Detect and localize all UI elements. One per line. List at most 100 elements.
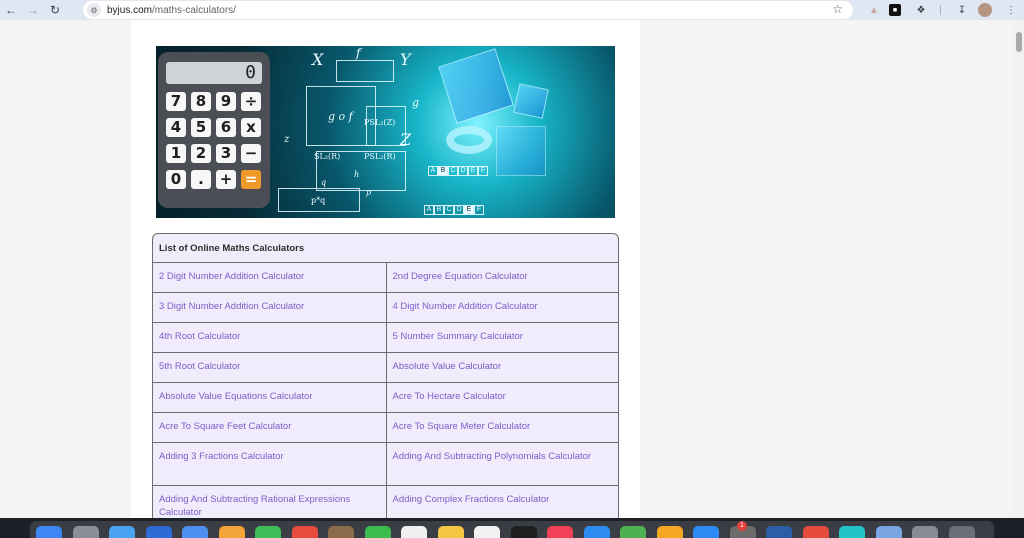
calculator-key: 3 bbox=[216, 144, 236, 163]
letter-cell: B bbox=[434, 205, 444, 215]
reload-icon[interactable]: ↻ bbox=[44, 0, 66, 20]
forward-icon[interactable]: → bbox=[22, 0, 44, 20]
calculator-key: 7 bbox=[166, 92, 186, 111]
letter-cell: D bbox=[454, 205, 464, 215]
dock-app-icon[interactable] bbox=[255, 526, 281, 538]
page-scrollbar[interactable] bbox=[1014, 20, 1024, 518]
dock-app-icon[interactable] bbox=[912, 526, 938, 538]
cube-shape bbox=[496, 126, 546, 176]
page-viewport: 0 7 8 9 ÷ 4 5 6 x 1 2 3− 0. + = X f Y g o f PSL₂(Z) S… bbox=[0, 20, 1014, 518]
formula-label: SL₂(R) bbox=[314, 152, 341, 161]
calculator-key: = bbox=[241, 170, 261, 189]
letter-strip-bottom: A B C D E F bbox=[424, 205, 484, 215]
calculator-link[interactable]: 2nd Degree Equation Calculator bbox=[385, 263, 619, 292]
calculator-link[interactable]: Adding And Subtracting Polynomials Calcu… bbox=[385, 443, 619, 485]
letter-cell: C bbox=[444, 205, 454, 215]
calculator-link[interactable]: Acre To Hectare Calculator bbox=[385, 383, 619, 412]
calculator-link[interactable]: 4 Digit Number Addition Calculator bbox=[385, 293, 619, 322]
dock-app-icon[interactable] bbox=[182, 526, 208, 538]
dock-app-icon[interactable] bbox=[766, 526, 792, 538]
calculator-key: . bbox=[191, 170, 211, 189]
letter-cell: A bbox=[428, 166, 438, 176]
dock-app-icon[interactable] bbox=[583, 526, 610, 538]
dock-app-icon[interactable] bbox=[620, 526, 646, 538]
letter-cell: C bbox=[448, 166, 458, 176]
calculator-key: x bbox=[241, 118, 261, 137]
extension-icon[interactable]: ▲ bbox=[866, 2, 882, 18]
table-row: 3 Digit Number Addition Calculator 4 Digi… bbox=[153, 293, 618, 323]
dock-app-icon[interactable] bbox=[437, 526, 464, 538]
url-path: /maths-calculators/ bbox=[152, 4, 236, 16]
calculator-link[interactable]: Adding 3 Fractions Calculator bbox=[153, 443, 386, 485]
calculator-key: 9 bbox=[216, 92, 236, 111]
calculator-key: ÷ bbox=[241, 92, 261, 111]
cube-shape bbox=[438, 48, 514, 124]
table-row: 4th Root Calculator 5 Number Summary Calc… bbox=[153, 323, 618, 353]
dock-app-icon[interactable] bbox=[875, 526, 902, 538]
dock-app-icon[interactable] bbox=[218, 526, 245, 538]
dock-app-icon[interactable] bbox=[36, 526, 62, 538]
bookmark-star-icon[interactable]: ☆ bbox=[832, 2, 843, 16]
letter-cell: E bbox=[464, 205, 474, 215]
calculator-link[interactable]: Acre To Square Meter Calculator bbox=[385, 413, 619, 442]
formula-label: p bbox=[366, 188, 372, 197]
calculator-link[interactable]: 5 Number Summary Calculator bbox=[385, 323, 619, 352]
dock-app-icon[interactable] bbox=[328, 526, 354, 538]
site-info-icon[interactable]: ⚙ bbox=[87, 3, 101, 17]
back-icon[interactable]: ← bbox=[0, 0, 22, 20]
calculator-link[interactable]: 5th Root Calculator bbox=[153, 353, 386, 382]
calculator-key: 1 bbox=[166, 144, 186, 163]
cube-shape bbox=[513, 83, 549, 119]
dock-app-icon[interactable] bbox=[364, 526, 391, 538]
dock-app-icon[interactable] bbox=[693, 526, 719, 538]
calculator-key: 6 bbox=[216, 118, 236, 137]
formula-label: g o f bbox=[328, 110, 353, 123]
banner-image: 0 7 8 9 ÷ 4 5 6 x 1 2 3− 0. + = X f Y g o f PSL₂(Z) S… bbox=[156, 46, 615, 218]
calculator-link[interactable]: Absolute Value Calculator bbox=[385, 353, 619, 382]
dock-app-icon[interactable] bbox=[145, 526, 172, 538]
dock-app-icon[interactable] bbox=[802, 526, 829, 538]
table-row: Adding And Subtracting Rational Expressi… bbox=[153, 486, 618, 518]
dock-app-icon[interactable] bbox=[291, 526, 318, 538]
dock-app-icon[interactable] bbox=[72, 526, 99, 538]
dock-app-icon[interactable] bbox=[948, 526, 975, 538]
torus-shape bbox=[446, 126, 492, 154]
formula-label: p*q bbox=[311, 196, 326, 205]
dock-app-icon[interactable] bbox=[839, 526, 865, 538]
calculators-table: List of Online Maths Calculators 2 Digit… bbox=[152, 233, 619, 518]
table-row: Adding 3 Fractions Calculator Adding And … bbox=[153, 443, 618, 486]
dock-app-icon[interactable] bbox=[510, 526, 537, 538]
formula-label: z bbox=[284, 134, 290, 145]
dock-app-icon[interactable] bbox=[109, 526, 135, 538]
table-row: Acre To Square Feet Calculator Acre To Sq… bbox=[153, 413, 618, 443]
letter-cell: F bbox=[478, 166, 488, 176]
calculator-link[interactable]: 2 Digit Number Addition Calculator bbox=[153, 263, 386, 292]
calculator-graphic: 0 7 8 9 ÷ 4 5 6 x 1 2 3− 0. + = bbox=[158, 52, 270, 208]
calculator-link[interactable]: Adding Complex Fractions Calculator bbox=[385, 486, 619, 518]
calculator-key: 4 bbox=[166, 118, 186, 137]
calculator-link[interactable]: Adding And Subtracting Rational Expressi… bbox=[153, 486, 386, 518]
formula-label: PSL₂(Z) bbox=[364, 118, 396, 127]
formula-label: Z bbox=[400, 130, 412, 149]
menu-icon[interactable]: ⋮ bbox=[1003, 2, 1019, 18]
calculator-link[interactable]: 4th Root Calculator bbox=[153, 323, 386, 352]
dock-app-icon[interactable] bbox=[656, 526, 683, 538]
dock-app-icon[interactable] bbox=[401, 526, 427, 538]
address-bar[interactable]: ⚙ byjus.com/maths-calculators/ ☆ bbox=[83, 1, 853, 19]
calculator-link[interactable]: 3 Digit Number Addition Calculator bbox=[153, 293, 386, 322]
calculator-key: 5 bbox=[191, 118, 211, 137]
profile-avatar[interactable] bbox=[978, 3, 992, 17]
calculator-link[interactable]: Acre To Square Feet Calculator bbox=[153, 413, 386, 442]
extension-icon[interactable]: ■ bbox=[889, 4, 901, 16]
scroll-thumb[interactable] bbox=[1016, 32, 1022, 52]
calculator-key: + bbox=[216, 170, 236, 189]
formula-label: X bbox=[312, 50, 324, 69]
letter-cell: B bbox=[438, 166, 448, 176]
dock-app-icon[interactable] bbox=[547, 526, 573, 538]
table-heading: List of Online Maths Calculators bbox=[153, 234, 618, 263]
calculator-display: 0 bbox=[166, 62, 262, 84]
download-icon[interactable]: ↧ bbox=[954, 2, 970, 18]
extensions-puzzle-icon[interactable]: ❖ bbox=[913, 2, 929, 18]
calculator-link[interactable]: Absolute Value Equations Calculator bbox=[153, 383, 386, 412]
dock-app-icon[interactable] bbox=[474, 526, 500, 538]
